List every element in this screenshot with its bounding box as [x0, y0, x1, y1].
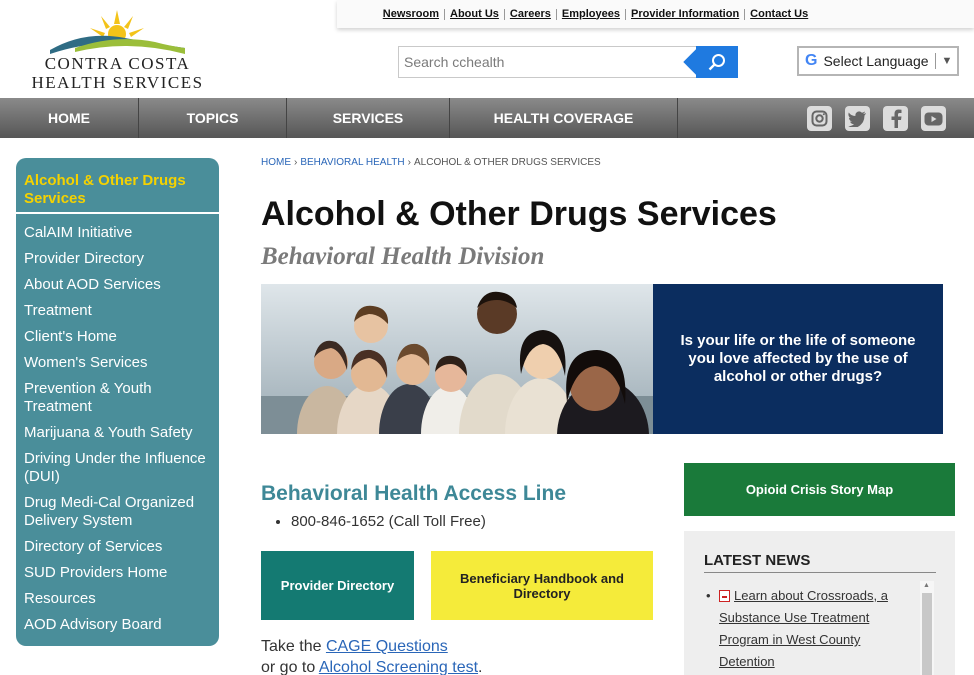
facebook-icon[interactable]: [883, 106, 908, 131]
divider: [934, 53, 936, 69]
sidebar-nav: Alcohol & Other Drugs Services CalAIM In…: [16, 158, 219, 646]
sidebar-item-resources[interactable]: Resources: [16, 590, 219, 608]
contact-us-link[interactable]: Contact Us: [745, 8, 813, 20]
search-button[interactable]: [696, 46, 738, 78]
youtube-icon[interactable]: [921, 106, 946, 131]
logo-text-line2: HEALTH SERVICES: [31, 73, 204, 92]
provider-directory-button[interactable]: Provider Directory: [261, 551, 414, 620]
breadcrumb-separator: ›: [407, 157, 411, 168]
news-list: Learn about Crossroads, a Substance Use …: [704, 585, 914, 673]
access-line-heading: Behavioral Health Access Line: [261, 482, 567, 505]
nav-health-coverage[interactable]: HEALTH COVERAGE: [450, 98, 678, 138]
search-icon: [708, 54, 725, 71]
sidebar-item-about-aod[interactable]: About AOD Services: [16, 276, 219, 294]
utility-nav: Newsroom About Us Careers Employees Prov…: [337, 0, 974, 28]
sun-hills-logo-icon: [50, 10, 185, 54]
beneficiary-handbook-button[interactable]: Beneficiary Handbook and Directory: [431, 551, 653, 620]
sidebar-item-provider-directory[interactable]: Provider Directory: [16, 250, 219, 268]
scroll-up-icon[interactable]: ▲: [923, 582, 930, 589]
sidebar-item-sud-providers[interactable]: SUD Providers Home: [16, 564, 219, 582]
screening-suffix: .: [478, 659, 483, 675]
scrollbar-thumb[interactable]: [922, 593, 932, 675]
sidebar-item-prevention-youth[interactable]: Prevention & Youth Treatment: [16, 380, 219, 416]
nav-topics[interactable]: TOPICS: [139, 98, 287, 138]
breadcrumb-separator: ›: [294, 157, 298, 168]
logo-text-line1: CONTRA COSTA: [44, 54, 191, 73]
about-us-link[interactable]: About Us: [445, 8, 505, 20]
hero-callout: Is your life or the life of someone you …: [653, 284, 943, 434]
language-select[interactable]: G Select Language ▼: [797, 46, 959, 76]
nav-services[interactable]: SERVICES: [287, 98, 450, 138]
cage-questions-link[interactable]: CAGE Questions: [326, 638, 448, 655]
sidebar-item-calaim[interactable]: CalAIM Initiative: [16, 224, 219, 242]
sidebar-item-directory-services[interactable]: Directory of Services: [16, 538, 219, 556]
language-select-label: Select Language: [823, 53, 929, 69]
twitter-icon[interactable]: [845, 106, 870, 131]
phone-number: 800-846-1652 (Call Toll Free): [291, 513, 486, 530]
breadcrumb-behavioral-health[interactable]: BEHAVIORAL HEALTH: [300, 157, 404, 168]
alcohol-screening-link[interactable]: Alcohol Screening test: [319, 659, 478, 675]
main-nav: HOME TOPICS SERVICES HEALTH COVERAGE: [0, 98, 974, 138]
sidebar-item-womens-services[interactable]: Women's Services: [16, 354, 219, 372]
sidebar-item-marijuana-youth[interactable]: Marijuana & Youth Safety: [16, 424, 219, 442]
page-subtitle: Behavioral Health Division: [261, 243, 545, 270]
news-link-crossroads[interactable]: Learn about Crossroads, a Substance Use …: [719, 588, 888, 669]
hero-photo: [261, 284, 653, 434]
newsroom-link[interactable]: Newsroom: [378, 8, 446, 20]
pdf-icon: [719, 590, 730, 602]
latest-news-panel: LATEST NEWS Learn about Crossroads, a Su…: [684, 531, 955, 675]
sidebar-item-dui[interactable]: Driving Under the Influence (DUI): [16, 450, 219, 486]
latest-news-heading: LATEST NEWS: [704, 552, 936, 573]
breadcrumb: HOME › BEHAVIORAL HEALTH › ALCOHOL & OTHER D…: [261, 157, 601, 168]
phone-list: 800-846-1652 (Call Toll Free): [275, 513, 486, 530]
careers-link[interactable]: Careers: [505, 8, 557, 20]
sidebar-item-clients-home[interactable]: Client's Home: [16, 328, 219, 346]
sidebar-item-active[interactable]: Alcohol & Other Drugs Services: [16, 168, 219, 214]
instagram-icon[interactable]: [807, 106, 832, 131]
screening-text: Take the CAGE Questions or go to Alcohol…: [261, 636, 482, 675]
google-icon: G: [805, 52, 818, 69]
employees-link[interactable]: Employees: [557, 8, 626, 20]
sidebar-item-treatment[interactable]: Treatment: [16, 302, 219, 320]
breadcrumb-current: ALCOHOL & OTHER DRUGS SERVICES: [413, 157, 601, 168]
news-item: Learn about Crossroads, a Substance Use …: [704, 585, 914, 673]
news-scrollbar[interactable]: ▲: [920, 581, 934, 675]
search-input[interactable]: [398, 46, 698, 78]
page-title: Alcohol & Other Drugs Services: [261, 195, 777, 233]
search-form: [398, 46, 738, 78]
dropdown-arrow-icon: ▼: [941, 55, 953, 67]
breadcrumb-home[interactable]: HOME: [261, 157, 291, 168]
opioid-story-map-button[interactable]: Opioid Crisis Story Map: [684, 463, 955, 516]
site-logo[interactable]: CONTRA COSTA HEALTH SERVICES: [30, 8, 205, 93]
sidebar-item-drug-medi-cal[interactable]: Drug Medi-Cal Organized Delivery System: [16, 494, 219, 530]
nav-home[interactable]: HOME: [0, 98, 139, 138]
sidebar-item-advisory-board[interactable]: AOD Advisory Board: [16, 616, 219, 634]
provider-information-link[interactable]: Provider Information: [626, 8, 746, 20]
cage-prefix: Take the: [261, 638, 322, 655]
screening-prefix: or go to: [261, 659, 316, 675]
